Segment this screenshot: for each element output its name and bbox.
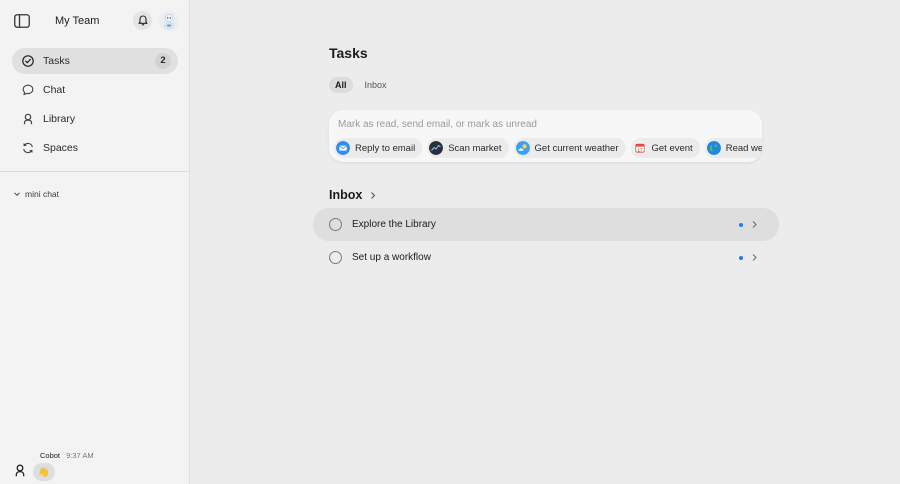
bell-icon (137, 15, 148, 26)
tab-all[interactable]: All (329, 77, 353, 93)
mini-chat-toggle[interactable]: mini chat (13, 189, 59, 199)
sidebar-item-chat[interactable]: Chat (12, 77, 178, 103)
task-label: Set up a workflow (352, 252, 431, 263)
mail-icon (336, 141, 350, 155)
chevron-right-icon (752, 254, 757, 261)
reply-to-email-chip[interactable]: Reply to email (334, 138, 423, 158)
chart-icon (429, 141, 444, 155)
inbox-header[interactable]: Inbox (329, 188, 377, 202)
sidebar-item-label: Chat (43, 84, 66, 96)
chip-label: Read web page (725, 142, 762, 154)
sidebar-item-label: Spaces (43, 142, 79, 154)
robot-avatar-icon (164, 14, 174, 29)
chevron-right-icon (752, 221, 757, 228)
inbox-title: Inbox (329, 188, 363, 202)
sidebar-item-label: Library (43, 113, 76, 125)
sidebar-item-library[interactable]: Library (12, 106, 178, 132)
task-tabs: All Inbox (329, 77, 399, 93)
page-title: Tasks (329, 45, 368, 61)
sidebar-divider (0, 171, 190, 172)
get-current-weather-chip[interactable]: Get current weather (513, 138, 626, 158)
avatar[interactable] (159, 11, 179, 31)
tasks-count-badge: 2 (155, 53, 171, 69)
chip-label: Get event (651, 142, 693, 154)
sidebar-toggle-icon[interactable] (14, 14, 30, 28)
calendar-icon: 17 (632, 141, 647, 155)
unread-dot (739, 222, 743, 227)
check-circle-icon (21, 55, 34, 67)
notifications-button[interactable] (133, 11, 152, 30)
scan-market-chip[interactable]: Scan market (427, 138, 509, 158)
message-time: 9:37 AM (66, 451, 94, 460)
sidebar-nav: Tasks 2 Chat Library Spaces (12, 48, 178, 164)
sidebar-item-tasks[interactable]: Tasks 2 (12, 48, 178, 74)
read-web-page-chip[interactable]: Read web page (704, 138, 762, 158)
sidebar-header: My Team (0, 0, 190, 42)
chevron-right-icon (371, 191, 376, 199)
command-composer: Reply to email Scan market Get current w… (329, 110, 762, 162)
sidebar-item-label: Tasks (43, 55, 70, 67)
wave-reaction[interactable]: 👋 (33, 463, 55, 481)
mini-chat-label: mini chat (25, 189, 60, 199)
task-label: Explore the Library (352, 219, 436, 230)
message-meta: Cobot 9:37 AM (40, 451, 94, 460)
task-row[interactable]: Set up a workflow (313, 241, 779, 274)
user-icon[interactable] (14, 464, 26, 477)
chip-label: Get current weather (534, 142, 619, 154)
message-author: Cobot (40, 451, 61, 460)
task-checkbox[interactable] (329, 218, 342, 231)
chat-bubble-icon (22, 84, 33, 96)
team-title[interactable]: My Team (55, 15, 99, 27)
get-event-chip[interactable]: 17 Get event (630, 138, 700, 158)
tab-inbox[interactable]: Inbox (359, 77, 393, 93)
sidebar: My Team Tasks 2 Chat Library Spaces mini… (0, 0, 190, 484)
sidebar-item-spaces[interactable]: Spaces (12, 135, 178, 161)
command-input[interactable] (338, 117, 748, 132)
svg-text:17: 17 (637, 147, 642, 152)
quick-actions: Reply to email Scan market Get current w… (334, 138, 762, 158)
task-row[interactable]: Explore the Library (313, 208, 779, 241)
unread-dot (739, 255, 743, 260)
task-checkbox[interactable] (329, 251, 342, 264)
chip-label: Reply to email (355, 142, 416, 154)
globe-icon (706, 141, 721, 155)
chevron-down-icon (14, 192, 20, 197)
chip-label: Scan market (448, 142, 502, 154)
person-icon (23, 113, 32, 125)
refresh-icon (22, 142, 33, 154)
weather-icon (515, 141, 530, 155)
